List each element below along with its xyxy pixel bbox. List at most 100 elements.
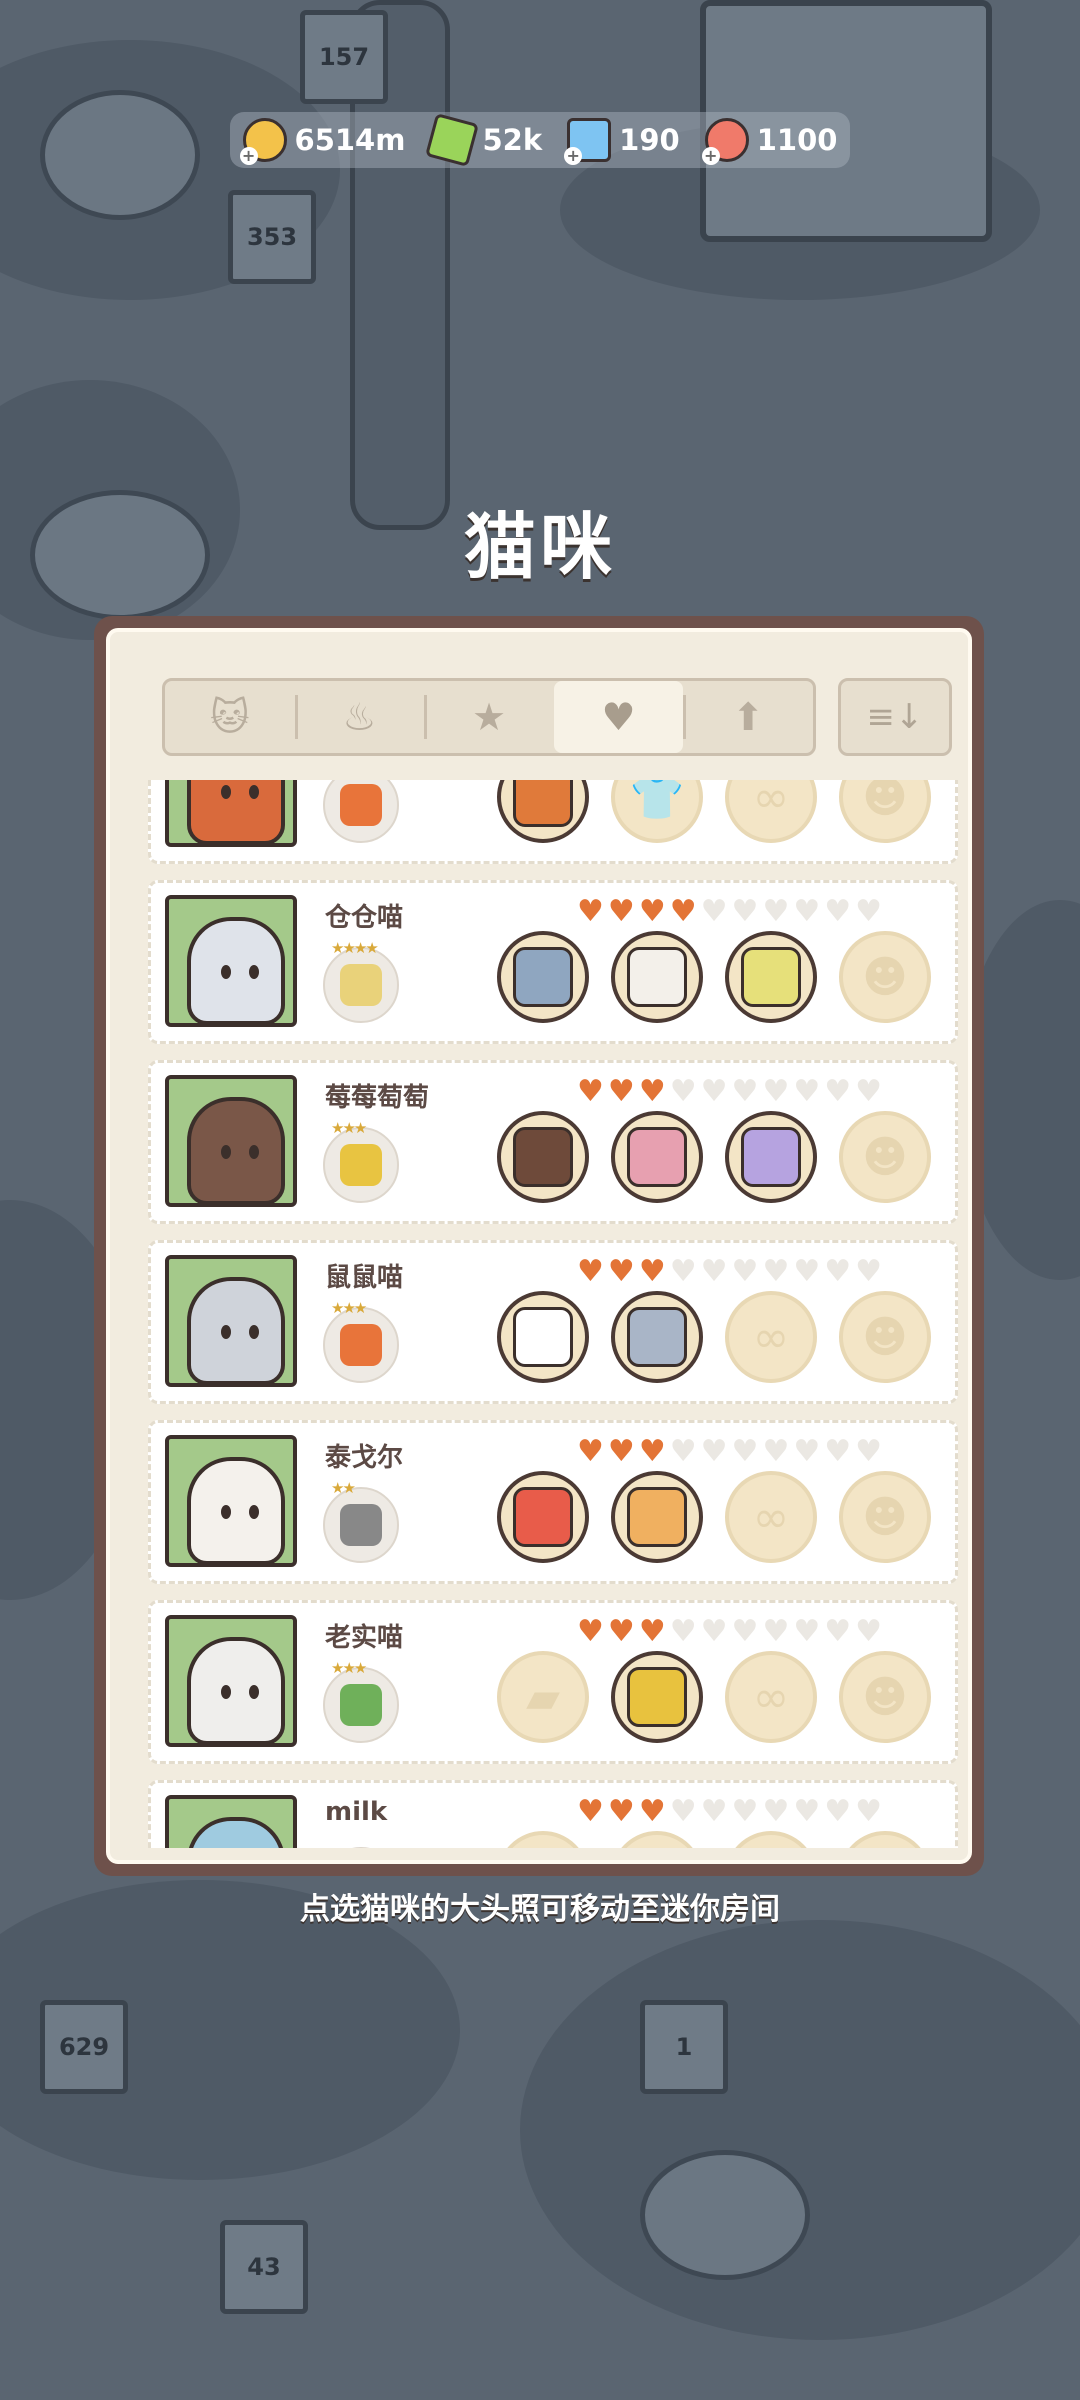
sort-button[interactable]: ≡↓ <box>838 678 952 756</box>
food-icon <box>340 1324 382 1366</box>
outfit-slots: ∞ ☻ <box>497 1291 931 1383</box>
cat-list[interactable]: ★★★♥♥♥♥♥♥♥♥♥♥👕∞☻仓仓喵★★★★♥♥♥♥♥♥♥♥♥♥☻莓莓萄萄★★… <box>148 780 958 1848</box>
hat-slot[interactable]: ▰ <box>497 1831 589 1848</box>
cat-card[interactable]: 莓莓萄萄 ★★★ ♥ ♥ ♥ ♥ ♥ ♥ ♥ ♥ ♥ ♥ ☻ <box>148 1060 958 1224</box>
gem-counter[interactable]: + 190 <box>564 118 680 165</box>
affection-hearts: ♥ ♥ ♥ ♥ ♥ ♥ ♥ ♥ ♥ ♥ <box>577 1617 882 1647</box>
tab-cats[interactable]: 🐱 <box>165 681 295 753</box>
outfit-slot[interactable] <box>611 1291 703 1383</box>
cat-portrait[interactable] <box>165 1255 297 1387</box>
cat-portrait[interactable] <box>165 780 297 847</box>
tab-star[interactable]: ★ <box>424 681 554 753</box>
heart-icon: ♥ <box>577 1794 604 1829</box>
favorite-food-badge[interactable]: ★★★ <box>323 1119 399 1203</box>
energy-counter[interactable]: 52k <box>425 113 543 167</box>
companion-slot[interactable]: ☻ <box>839 1651 931 1743</box>
outfit-slots: ▰ ∞ ☻ <box>497 1651 931 1743</box>
hat-slot[interactable] <box>497 1111 589 1203</box>
heart-icon: ♥ <box>855 894 883 929</box>
empty-slot-icon: ∞ <box>752 1671 790 1723</box>
outfit-slot[interactable] <box>611 931 703 1023</box>
cat-card[interactable]: 泰戈尔 ★★ ♥ ♥ ♥ ♥ ♥ ♥ ♥ ♥ ♥ ♥ ∞ ☻ <box>148 1420 958 1584</box>
hat-slot[interactable] <box>497 931 589 1023</box>
accessory-slot[interactable] <box>725 1111 817 1203</box>
tab-affection[interactable]: ♥ <box>553 681 684 753</box>
cat-name: 鼠鼠喵 <box>325 1263 404 1293</box>
accessory-slot[interactable]: ∞ <box>725 780 817 843</box>
outfit-item-icon <box>513 780 573 827</box>
outfit-item-icon <box>627 1127 687 1187</box>
hat-slot[interactable]: ▰ <box>497 1651 589 1743</box>
shell-counter[interactable]: + 1100 <box>701 118 838 165</box>
companion-slot[interactable]: ☻ <box>839 1111 931 1203</box>
heart-icon: ♥ <box>824 1074 852 1109</box>
outfit-slot[interactable] <box>611 1111 703 1203</box>
heart-icon: ♥ <box>669 894 697 929</box>
favorite-food-badge[interactable]: ★★★★ <box>323 939 399 1023</box>
coin-counter[interactable]: + 6514m <box>239 118 406 165</box>
accessory-slot[interactable]: ∞ <box>725 1471 817 1563</box>
accessory-slot[interactable]: ∞ <box>725 1831 817 1848</box>
companion-slot[interactable]: ☻ <box>839 780 931 843</box>
empty-slot-icon: ∞ <box>752 780 790 823</box>
heart-icon: ♥ <box>638 1614 666 1649</box>
outfit-slots: ∞ ☻ <box>497 1471 931 1563</box>
heart-icon: ♥ <box>607 894 635 929</box>
favorite-food-badge[interactable]: ★★★ <box>323 1659 399 1743</box>
companion-slot[interactable]: ☻ <box>839 931 931 1023</box>
shell-amount: 1100 <box>756 123 838 157</box>
empty-slot-icon: ☻ <box>862 951 908 1003</box>
energy-amount: 52k <box>482 123 543 157</box>
accessory-slot[interactable]: ∞ <box>725 1651 817 1743</box>
hat-slot[interactable] <box>497 1291 589 1383</box>
food-icon <box>340 784 382 826</box>
companion-slot[interactable]: ☻ <box>839 1291 931 1383</box>
cat-portrait[interactable] <box>165 1075 297 1207</box>
accessory-slot[interactable]: ∞ <box>725 1291 817 1383</box>
hat-slot[interactable] <box>497 780 589 843</box>
cat-portrait[interactable] <box>165 1795 297 1848</box>
heart-icon: ♥ <box>855 1074 883 1109</box>
cat-card[interactable]: 仓仓喵 ★★★★ ♥ ♥ ♥ ♥ ♥ ♥ ♥ ♥ ♥ ♥ ☻ <box>148 880 958 1044</box>
heart-icon: ♥ <box>731 1794 759 1829</box>
cat-face-icon <box>187 1457 285 1563</box>
outfit-slot[interactable] <box>611 1471 703 1563</box>
companion-slot[interactable]: ☻ <box>839 1831 931 1848</box>
favorite-food-badge[interactable]: ★★★ <box>323 1299 399 1383</box>
heart-icon: ♥ <box>793 1074 821 1109</box>
favorite-food-badge[interactable] <box>323 1847 399 1848</box>
outfit-slot[interactable]: 👕 <box>611 780 703 843</box>
cat-portrait[interactable] <box>165 895 297 1027</box>
hat-slot[interactable] <box>497 1471 589 1563</box>
cat-portrait[interactable] <box>165 1615 297 1747</box>
favorite-food-badge[interactable]: ★★★ <box>323 780 399 843</box>
heart-icon: ♥ <box>731 1434 759 1469</box>
outfit-item-icon <box>513 1487 573 1547</box>
tab-chef[interactable]: ♨ <box>294 681 425 753</box>
cat-portrait[interactable] <box>165 1435 297 1567</box>
cat-card[interactable]: 老实喵 ★★★ ♥ ♥ ♥ ♥ ♥ ♥ ♥ ♥ ♥ ♥ ▰ ∞ ☻ <box>148 1600 958 1764</box>
empty-slot-icon: ☻ <box>862 1671 908 1723</box>
cat-name: 老实喵 <box>325 1623 404 1653</box>
food-rarity-stars: ★★★ <box>331 1119 367 1137</box>
cat-card[interactable]: 鼠鼠喵 ★★★ ♥ ♥ ♥ ♥ ♥ ♥ ♥ ♥ ♥ ♥ ∞ ☻ <box>148 1240 958 1404</box>
heart-icon: ♥ <box>793 1434 821 1469</box>
cat-card[interactable]: milk♥♥♥♥♥♥♥♥♥♥▰👕∞☻ <box>148 1780 958 1848</box>
favorite-food-badge[interactable]: ★★ <box>323 1479 399 1563</box>
companion-slot[interactable]: ☻ <box>839 1471 931 1563</box>
heart-icon: ♥ <box>700 1074 728 1109</box>
outfit-slot[interactable]: 👕 <box>611 1831 703 1848</box>
heart-icon: ♥ <box>762 1074 790 1109</box>
empty-slot-icon: ▰ <box>526 1671 560 1723</box>
cat-card[interactable]: ★★★♥♥♥♥♥♥♥♥♥♥👕∞☻ <box>148 780 958 864</box>
heart-icon: ♥ <box>607 1254 635 1289</box>
outfit-slots: 👕 ∞ ☻ <box>497 780 931 843</box>
outfit-slot[interactable] <box>611 1651 703 1743</box>
affection-hearts: ♥ ♥ ♥ ♥ ♥ ♥ ♥ ♥ ♥ ♥ <box>577 1437 882 1467</box>
coin-amount: 6514m <box>294 123 406 157</box>
accessory-slot[interactable] <box>725 931 817 1023</box>
outfit-item-icon <box>741 947 801 1007</box>
heart-icon: ♥ <box>762 1794 790 1829</box>
tab-level[interactable]: ⬆ <box>683 681 813 753</box>
heart-icon: ♥ <box>824 1614 852 1649</box>
